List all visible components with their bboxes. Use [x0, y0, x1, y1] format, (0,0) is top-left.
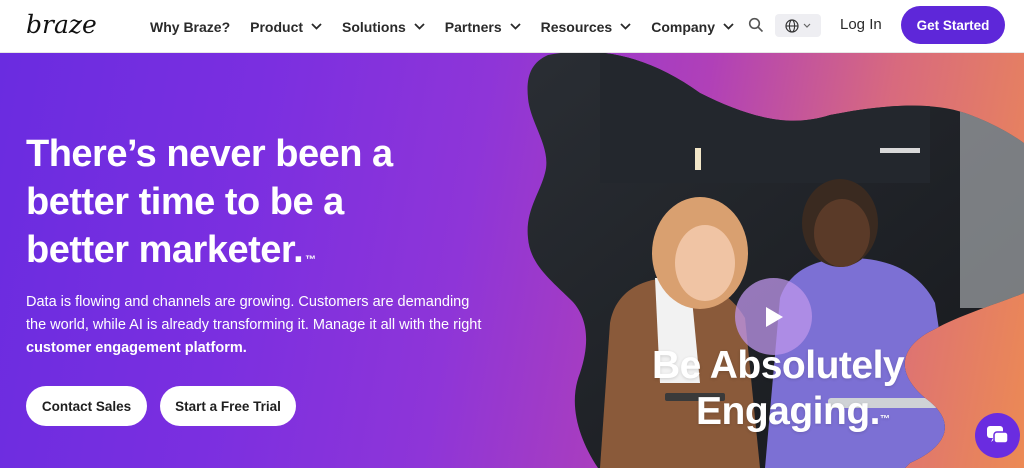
chat-widget-button[interactable]	[975, 413, 1020, 458]
chevron-down-icon	[803, 23, 811, 28]
free-trial-button[interactable]: Start a Free Trial	[160, 386, 296, 426]
globe-icon	[785, 18, 799, 33]
get-started-button[interactable]: Get Started	[901, 6, 1005, 44]
chevron-down-icon	[414, 23, 425, 30]
chevron-down-icon	[509, 23, 521, 30]
hero-headline: There’s never been a better time to be a…	[26, 133, 393, 271]
login-link[interactable]: Log In	[840, 16, 882, 33]
chevron-down-icon	[311, 23, 322, 30]
nav-product[interactable]: Product	[250, 19, 322, 35]
contact-sales-button[interactable]: Contact Sales	[26, 386, 147, 426]
hero-section: There’s never been a better time to be a…	[0, 53, 1024, 468]
braze-logo[interactable]: braze	[26, 8, 96, 42]
hero-description: Data is flowing and channels are growing…	[26, 294, 482, 356]
main-nav: Why Braze? Product Solutions Partners Re…	[150, 0, 754, 53]
site-header: braze Why Braze? Product Solutions Partn…	[0, 0, 1024, 53]
nav-partners[interactable]: Partners	[445, 19, 521, 35]
nav-company[interactable]: Company	[651, 19, 734, 35]
chevron-down-icon	[620, 23, 631, 30]
nav-why-braze[interactable]: Why Braze?	[150, 19, 230, 35]
nav-resources[interactable]: Resources	[541, 19, 632, 35]
search-icon[interactable]	[748, 17, 764, 33]
video-title: Be Absolutely Engaging.™	[652, 344, 905, 433]
nav-solutions[interactable]: Solutions	[342, 19, 425, 35]
language-selector[interactable]	[775, 14, 821, 37]
chevron-down-icon	[723, 23, 734, 30]
svg-text:braze: braze	[26, 10, 96, 39]
play-icon	[765, 306, 783, 327]
chat-icon	[986, 425, 1009, 444]
